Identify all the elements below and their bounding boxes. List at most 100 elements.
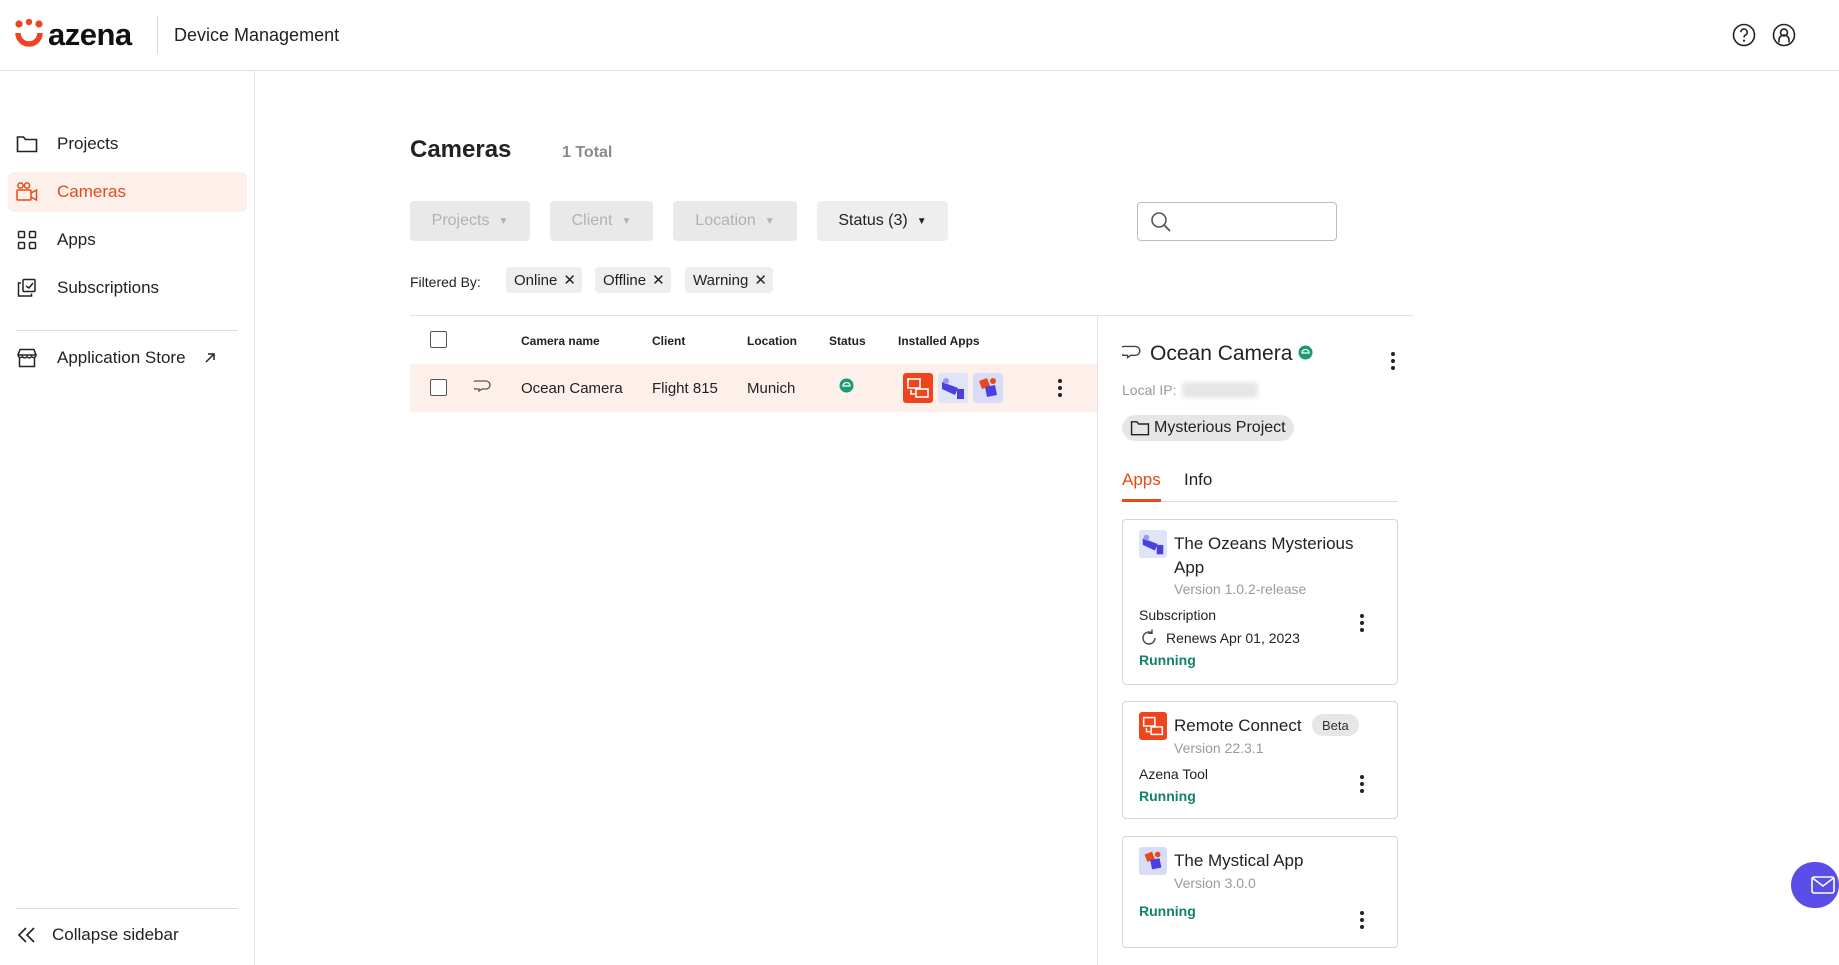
row-more-menu-icon[interactable] bbox=[1057, 377, 1063, 398]
caret-down-icon: ▼ bbox=[916, 215, 927, 227]
client-cell: Flight 815 bbox=[652, 380, 718, 397]
caret-down-icon: ▼ bbox=[498, 215, 509, 227]
column-header-client[interactable]: Client bbox=[652, 334, 685, 348]
projects-filter-label: Projects bbox=[431, 212, 490, 229]
total-count: 1 Total bbox=[562, 144, 613, 161]
azena-logo[interactable]: azena bbox=[14, 18, 132, 52]
camera-icon bbox=[471, 378, 492, 399]
caret-down-icon: ▼ bbox=[621, 215, 632, 227]
running-status: Running bbox=[1139, 903, 1196, 919]
tab-info[interactable]: Info bbox=[1184, 470, 1212, 490]
help-icon[interactable] bbox=[1731, 22, 1757, 48]
top-header: azena Device Management bbox=[0, 0, 1839, 71]
row-checkbox[interactable] bbox=[430, 379, 447, 396]
sidebar-item-label: Subscriptions bbox=[57, 278, 160, 297]
status-filter-label: Status (3) bbox=[838, 212, 908, 229]
refresh-icon bbox=[1139, 628, 1159, 653]
location-filter[interactable]: Location ▼ bbox=[673, 201, 797, 241]
header-title: Device Management bbox=[174, 25, 340, 45]
status-filter[interactable]: Status (3) ▼ bbox=[817, 201, 948, 241]
sidebar-item-label: Apps bbox=[57, 230, 96, 249]
select-all-checkbox[interactable] bbox=[430, 331, 447, 348]
remote-connect-icon bbox=[1139, 712, 1167, 740]
app-card-remote-connect[interactable]: Remote Connect Beta Version 22.3.1 Azena… bbox=[1122, 701, 1398, 819]
folder-icon bbox=[16, 133, 38, 155]
detail-more-menu-icon[interactable] bbox=[1390, 350, 1396, 371]
arrow-up-right-icon bbox=[204, 352, 216, 364]
project-badge[interactable]: Mysterious Project bbox=[1122, 415, 1294, 441]
column-header-camera-name[interactable]: Camera name bbox=[521, 334, 600, 348]
tabs-underline bbox=[1122, 501, 1398, 502]
sidebar-separator bbox=[16, 908, 238, 909]
close-icon[interactable]: ✕ bbox=[754, 271, 767, 289]
tab-apps[interactable]: Apps bbox=[1122, 470, 1161, 490]
app-name: Remote Connect bbox=[1174, 716, 1302, 735]
search-input[interactable] bbox=[1178, 209, 1328, 235]
online-status-icon bbox=[1298, 345, 1313, 365]
user-icon[interactable] bbox=[1771, 22, 1797, 48]
camera-icon bbox=[16, 181, 38, 203]
mystical-app-icon[interactable] bbox=[973, 373, 1003, 403]
mail-icon bbox=[1811, 876, 1835, 894]
running-status: Running bbox=[1139, 788, 1196, 804]
app-more-menu-icon[interactable] bbox=[1359, 909, 1365, 930]
page-title: Cameras bbox=[410, 136, 512, 163]
sidebar-item-label: Projects bbox=[57, 134, 119, 153]
app-name-continued: App bbox=[1174, 558, 1205, 577]
collapse-sidebar-label: Collapse sidebar bbox=[52, 925, 179, 944]
chip-label: Offline bbox=[603, 271, 647, 289]
detail-camera-name: Ocean Camera bbox=[1150, 342, 1293, 365]
column-header-installed-apps[interactable]: Installed Apps bbox=[898, 334, 980, 348]
active-tab-indicator bbox=[1122, 499, 1161, 502]
filtered-by-label: Filtered By: bbox=[410, 274, 481, 290]
folder-icon bbox=[1130, 420, 1150, 436]
caret-down-icon: ▼ bbox=[764, 215, 775, 227]
sidebar-item-apps[interactable]: Apps bbox=[8, 220, 247, 260]
double-chevron-left-icon bbox=[16, 926, 38, 944]
ozeans-app-icon bbox=[1139, 530, 1167, 558]
local-ip-value-redacted bbox=[1182, 382, 1258, 398]
projects-filter[interactable]: Projects ▼ bbox=[410, 201, 530, 241]
sidebar-item-projects[interactable]: Projects bbox=[8, 124, 247, 164]
location-cell: Munich bbox=[747, 380, 796, 397]
beta-badge: Beta bbox=[1312, 714, 1359, 736]
sidebar-item-cameras[interactable]: Cameras bbox=[8, 172, 247, 212]
sidebar-item-subscriptions[interactable]: Subscriptions bbox=[8, 268, 247, 308]
close-icon[interactable]: ✕ bbox=[563, 271, 576, 289]
client-filter-label: Client bbox=[571, 212, 613, 229]
detail-panel-divider bbox=[1097, 315, 1098, 965]
app-name: The Ozeans Mysterious bbox=[1174, 534, 1354, 553]
search-box[interactable] bbox=[1137, 202, 1337, 241]
client-filter[interactable]: Client ▼ bbox=[550, 201, 653, 241]
filter-chip-warning[interactable]: Warning ✕ bbox=[685, 267, 773, 293]
ozeans-app-icon[interactable] bbox=[938, 373, 968, 403]
app-card-mystical[interactable]: The Mystical App Version 3.0.0 Running bbox=[1122, 836, 1398, 948]
app-more-menu-icon[interactable] bbox=[1359, 612, 1365, 633]
remote-connect-icon[interactable] bbox=[903, 373, 933, 403]
app-version: Version 3.0.0 bbox=[1174, 875, 1256, 891]
sidebar-item-application-store[interactable]: Application Store bbox=[8, 338, 247, 378]
column-header-location[interactable]: Location bbox=[747, 334, 797, 348]
collapse-sidebar-button[interactable]: Collapse sidebar bbox=[16, 925, 179, 945]
online-status-icon bbox=[839, 378, 854, 398]
apps-grid-icon bbox=[16, 229, 38, 251]
app-card-ozeans[interactable]: The Ozeans Mysterious App Version 1.0.2-… bbox=[1122, 519, 1398, 685]
azena-logo-icon bbox=[15, 19, 43, 47]
subscriptions-icon bbox=[16, 277, 38, 299]
column-header-status[interactable]: Status bbox=[829, 334, 866, 348]
header-divider bbox=[157, 16, 158, 54]
tool-label: Azena Tool bbox=[1139, 766, 1209, 782]
filter-chip-offline[interactable]: Offline ✕ bbox=[595, 267, 671, 293]
app-more-menu-icon[interactable] bbox=[1359, 773, 1365, 794]
contact-support-button[interactable] bbox=[1791, 862, 1839, 908]
chip-label: Warning bbox=[693, 271, 749, 289]
filter-chip-online[interactable]: Online ✕ bbox=[506, 267, 582, 293]
app-version: Version 22.3.1 bbox=[1174, 740, 1264, 756]
app-name: The Mystical App bbox=[1174, 851, 1304, 870]
project-name: Mysterious Project bbox=[1154, 419, 1286, 436]
mystical-app-icon bbox=[1139, 847, 1167, 875]
camera-icon bbox=[1119, 343, 1142, 366]
close-icon[interactable]: ✕ bbox=[652, 271, 665, 289]
sidebar-separator bbox=[16, 330, 238, 331]
camera-name-cell[interactable]: Ocean Camera bbox=[521, 380, 623, 397]
